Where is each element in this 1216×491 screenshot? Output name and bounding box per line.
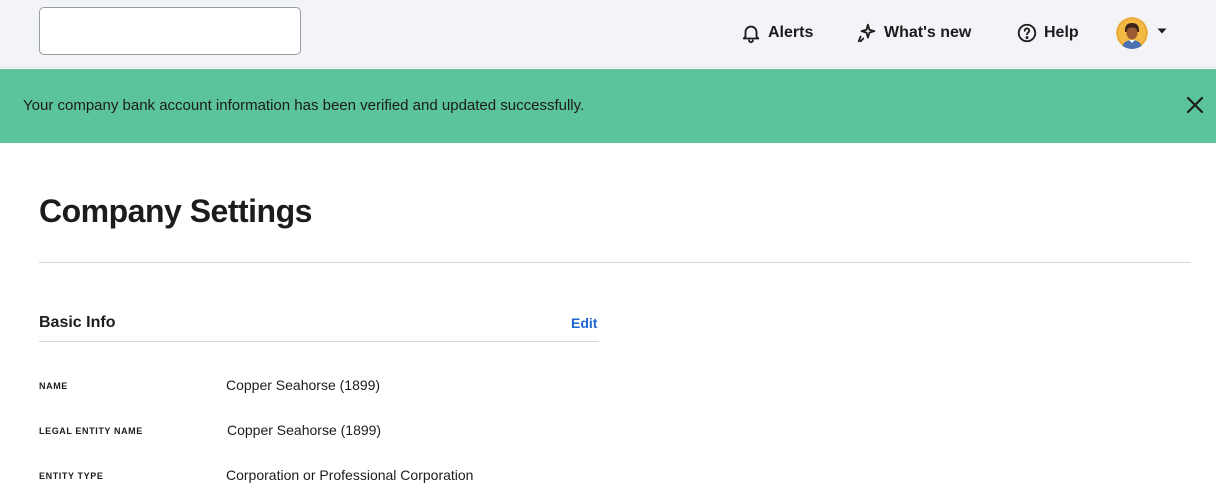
page-title: Company Settings [39, 193, 312, 229]
whats-new-button[interactable]: What's new [856, 20, 971, 46]
search-input[interactable] [39, 7, 301, 55]
sparkle-icon [856, 22, 878, 44]
success-banner: Your company bank account information ha… [0, 69, 1216, 143]
alerts-label: Alerts [768, 24, 814, 41]
field-label-legal-entity-name: LEGAL ENTITY NAME [39, 426, 143, 436]
caret-down-icon [1156, 24, 1168, 42]
whats-new-label: What's new [884, 24, 972, 41]
close-icon[interactable] [1183, 93, 1207, 117]
help-button[interactable]: Help [1016, 20, 1079, 46]
edit-basic-info-button[interactable]: Edit [571, 315, 597, 331]
field-value-name: Copper Seahorse (1899) [226, 377, 381, 393]
banner-message: Your company bank account information ha… [23, 97, 585, 114]
field-label-name: NAME [39, 381, 68, 391]
title-divider [39, 262, 1191, 263]
profile-menu-button[interactable] [1116, 16, 1168, 50]
alerts-button[interactable]: Alerts [740, 20, 813, 46]
field-value-entity-type: Corporation or Professional Corporation [226, 467, 474, 483]
field-value-legal-entity-name: Copper Seahorse (1899) [227, 422, 382, 438]
top-navigation-bar: Alerts What's new Help [0, 0, 1216, 68]
bell-icon [740, 22, 762, 44]
section-divider [39, 341, 599, 342]
avatar [1116, 17, 1148, 49]
field-label-entity-type: ENTITY TYPE [39, 471, 104, 481]
help-label: Help [1044, 24, 1079, 41]
question-circle-icon [1016, 22, 1038, 44]
section-title-basic-info: Basic Info [39, 314, 116, 331]
